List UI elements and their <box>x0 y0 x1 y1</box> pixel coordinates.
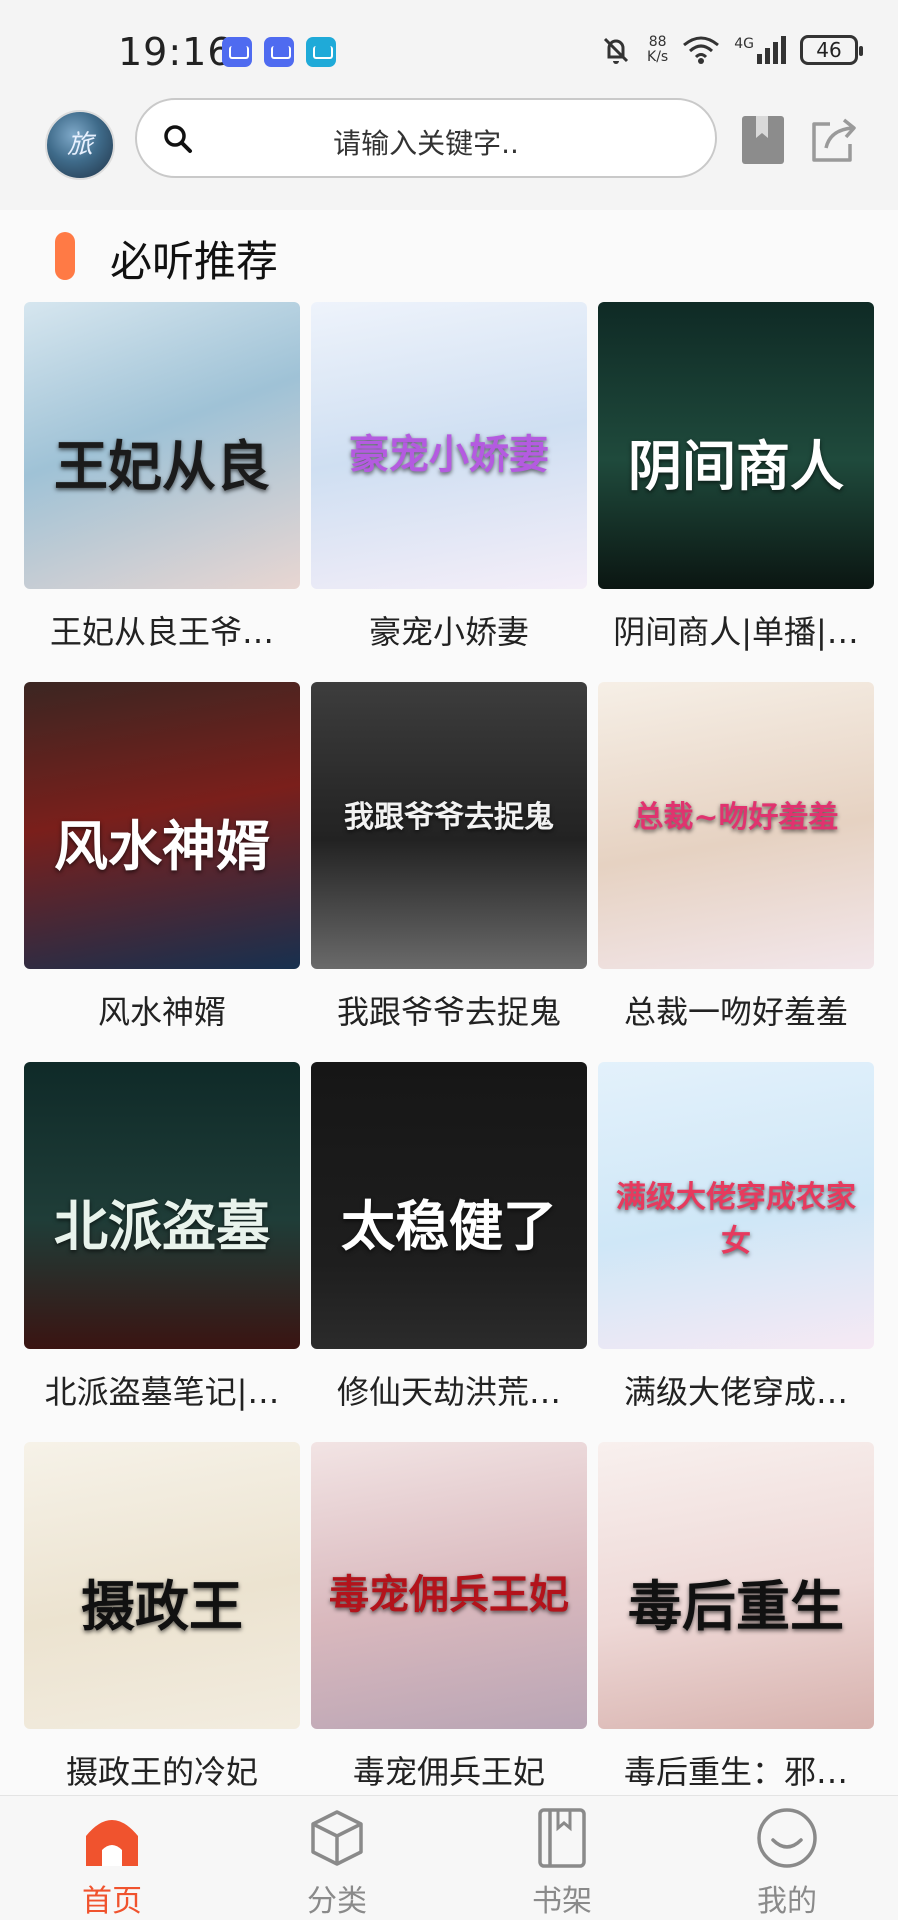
book-card[interactable]: 风水神婿 风水神婿 <box>24 682 300 1033</box>
book-cover-image[interactable]: 风水神婿 <box>24 682 300 969</box>
search-input[interactable]: 请输入关键字.. <box>135 98 717 178</box>
book-cover-title: 总裁~吻好羞羞 <box>633 800 839 835</box>
book-card[interactable]: 我跟爷爷去捉鬼 我跟爷爷去捉鬼 <box>311 682 587 1033</box>
book-cover-image[interactable]: 摄政王 <box>24 1442 300 1729</box>
cell-signal-icon: 4G <box>734 36 786 64</box>
book-cover-title: 毒宠佣兵王妃 <box>329 1571 569 1618</box>
book-cover-title: 阴间商人 <box>628 434 844 498</box>
book-title[interactable]: 修仙天劫洪荒… <box>311 1367 587 1413</box>
book-card[interactable]: 豪宠小娇妻 豪宠小娇妻 <box>311 302 587 653</box>
book-title[interactable]: 我跟爷爷去捉鬼 <box>311 987 587 1033</box>
nav-home[interactable]: 首页 <box>52 1806 172 1920</box>
book-cover-image[interactable]: 阴间商人 <box>598 302 874 589</box>
avatar[interactable]: 旅 <box>45 110 115 180</box>
book-cover-image[interactable]: 毒后重生 <box>598 1442 874 1729</box>
book-cover-title: 王妃从良 <box>54 434 270 498</box>
notification-app-icon <box>222 37 252 67</box>
book-cover-image[interactable]: 总裁~吻好羞羞 <box>598 682 874 969</box>
book-card[interactable]: 毒宠佣兵王妃 毒宠佣兵王妃 <box>311 1442 587 1793</box>
battery-indicator: 46 <box>800 35 863 65</box>
book-cover-title: 满级大佬穿成农家女 <box>616 1180 856 1259</box>
home-icon <box>86 1820 138 1866</box>
book-title[interactable]: 满级大佬穿成… <box>598 1367 874 1413</box>
book-card[interactable]: 王妃从良王妃从良王爷… <box>24 302 300 653</box>
book-cover-image[interactable]: 太稳健了 <box>311 1062 587 1349</box>
book-cover-title: 豪宠小娇妻 <box>349 431 549 478</box>
book-card[interactable]: 太稳健了修仙天劫洪荒… <box>311 1062 587 1413</box>
nav-bookshelf[interactable]: 书架 <box>502 1806 622 1920</box>
book-cover-image[interactable]: 王妃从良 <box>24 302 300 589</box>
book-cover-image[interactable]: 我跟爷爷去捉鬼 <box>311 682 587 969</box>
book-cover-title: 太稳健了 <box>341 1194 557 1258</box>
book-cover-image[interactable]: 北派盗墓 <box>24 1062 300 1349</box>
profile-icon <box>757 1808 817 1868</box>
book-title[interactable]: 豪宠小娇妻 <box>311 607 587 653</box>
status-bar: 19:16 88 K/s 4G 46 <box>0 0 898 100</box>
book-cover-title: 摄政王 <box>81 1574 243 1638</box>
book-cover-image[interactable]: 满级大佬穿成农家女 <box>598 1062 874 1349</box>
mute-bell-icon <box>603 37 629 64</box>
section-accent-bar <box>55 232 75 280</box>
wifi-icon <box>683 36 720 64</box>
book-card[interactable]: 摄政王 摄政王的冷妃 <box>24 1442 300 1793</box>
book-title[interactable]: 北派盗墓笔记|… <box>24 1367 300 1413</box>
share-icon[interactable] <box>806 112 862 168</box>
notification-app-icon <box>264 37 294 67</box>
book-card[interactable]: 阴间商人阴间商人|单播|… <box>598 302 874 653</box>
bookmark-icon[interactable] <box>738 112 790 168</box>
book-title[interactable]: 毒宠佣兵王妃 <box>311 1747 587 1793</box>
notification-app-icon <box>306 37 336 67</box>
net-speed: 88 K/s <box>647 34 669 65</box>
book-title[interactable]: 总裁一吻好羞羞 <box>598 987 874 1033</box>
book-card[interactable]: 北派盗墓北派盗墓笔记|… <box>24 1062 300 1413</box>
book-card[interactable]: 毒后重生毒后重生：邪… <box>598 1442 874 1793</box>
cube-icon <box>311 1810 363 1866</box>
book-title[interactable]: 风水神婿 <box>24 987 300 1033</box>
nav-category[interactable]: 分类 <box>277 1806 397 1920</box>
book-cover-title: 毒后重生 <box>628 1574 844 1638</box>
nav-profile[interactable]: 我的 <box>727 1806 847 1920</box>
book-title[interactable]: 摄政王的冷妃 <box>24 1747 300 1793</box>
book-title[interactable]: 王妃从良王爷… <box>24 607 300 653</box>
book-title[interactable]: 毒后重生：邪… <box>598 1747 874 1793</box>
search-placeholder: 请输入关键字.. <box>333 127 519 160</box>
book-cover-image[interactable]: 毒宠佣兵王妃 <box>311 1442 587 1729</box>
book-cover-title: 北派盗墓 <box>54 1194 270 1258</box>
book-cover-image[interactable]: 豪宠小娇妻 <box>311 302 587 589</box>
book-cover-title: 我跟爷爷去捉鬼 <box>344 800 554 835</box>
bookshelf-icon <box>538 1808 586 1868</box>
status-time: 19:16 <box>118 30 233 74</box>
book-card[interactable]: 总裁~吻好羞羞总裁一吻好羞羞 <box>598 682 874 1033</box>
book-title[interactable]: 阴间商人|单播|… <box>598 607 874 653</box>
book-cover-title: 风水神婿 <box>54 814 270 878</box>
section-title: 必听推荐 <box>110 237 279 286</box>
bottom-nav: 首页 分类 书架 我的 <box>0 1795 898 1920</box>
book-card[interactable]: 满级大佬穿成农家女满级大佬穿成… <box>598 1062 874 1413</box>
